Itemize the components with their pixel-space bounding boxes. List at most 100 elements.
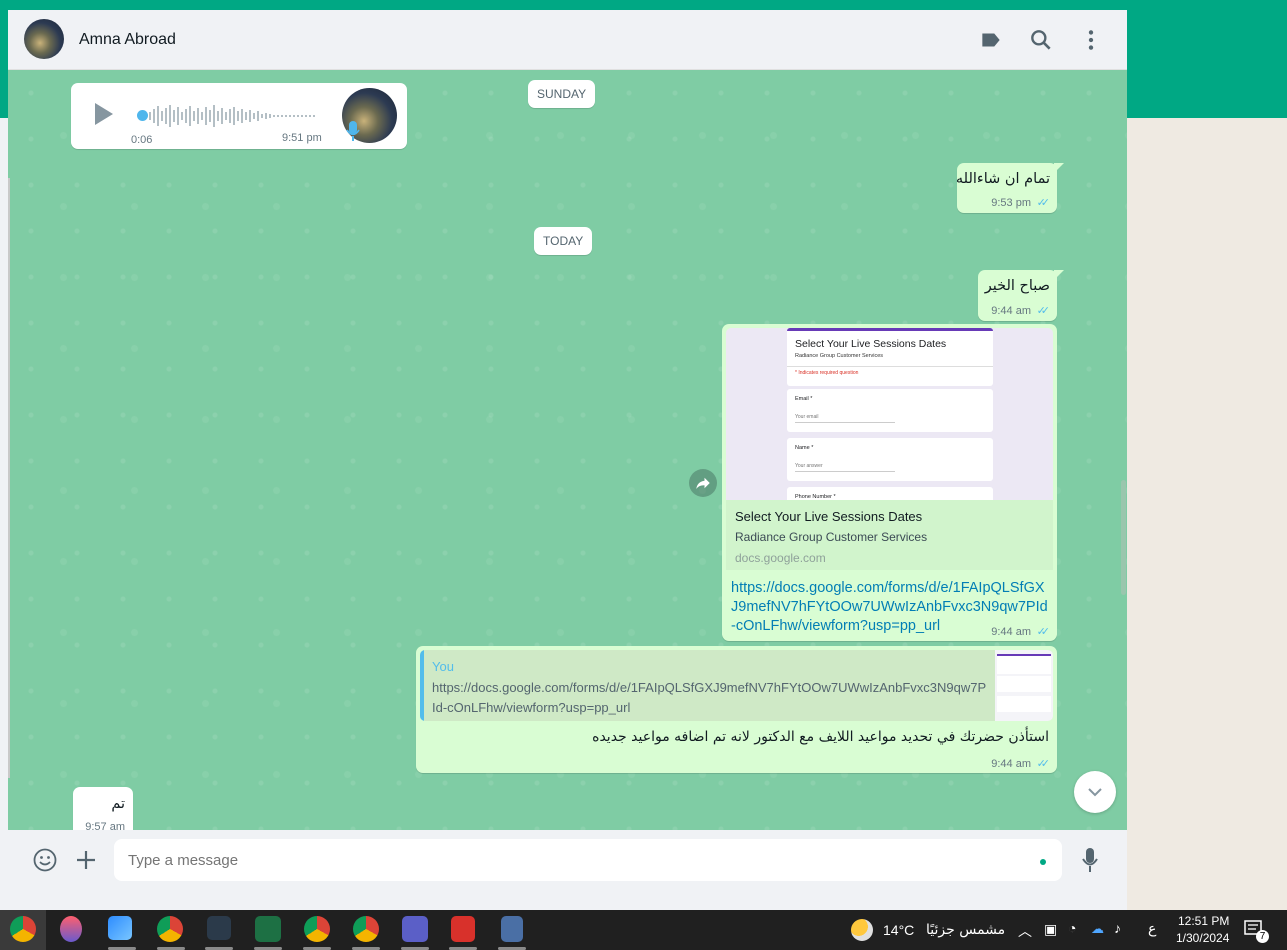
voice-duration: 0:06 <box>131 134 153 146</box>
scroll-down-button[interactable] <box>1074 771 1116 813</box>
read-ticks-icon: ✓✓ <box>1036 758 1051 770</box>
quote-author: You <box>432 659 454 674</box>
menu-icon[interactable] <box>1078 27 1104 53</box>
quote-accent-bar <box>420 650 424 721</box>
weather-temperature[interactable]: 14°C <box>883 922 914 938</box>
voice-waveform[interactable] <box>149 103 315 129</box>
outgoing-reply-message[interactable]: You https://docs.google.com/forms/d/e/1F… <box>416 646 1057 773</box>
calculator-icon[interactable] <box>501 916 523 942</box>
read-ticks-icon: ✓✓ <box>1036 197 1051 209</box>
message-text: تمام ان شاءالله <box>955 171 1050 187</box>
photos-app-icon[interactable] <box>108 916 132 940</box>
status-dot <box>1040 859 1046 865</box>
date-divider-sunday: SUNDAY <box>528 80 596 108</box>
play-icon[interactable] <box>91 101 115 127</box>
thumb-card <box>997 676 1051 692</box>
form-name-label: Name * <box>795 445 814 451</box>
onedrive-icon[interactable]: ☁ <box>1091 921 1104 937</box>
chrome-alt-profile-icon[interactable] <box>353 916 379 942</box>
teams-icon[interactable] <box>402 916 428 942</box>
weather-icon[interactable] <box>851 919 873 941</box>
message-text: صباح الخير <box>984 278 1050 294</box>
search-icon[interactable] <box>1028 27 1054 53</box>
form-name-card: Name * Your answer <box>787 438 993 481</box>
link-preview-card[interactable]: Select Your Live Sessions Dates Radiance… <box>726 500 1053 570</box>
message-text: تم <box>111 796 125 812</box>
bubble-tail <box>1054 163 1064 173</box>
acrobat-icon[interactable] <box>451 916 475 942</box>
left-scrollbar[interactable] <box>8 178 10 778</box>
message-time: 9:44 am <box>991 758 1031 770</box>
form-email-underline <box>795 422 895 423</box>
label-icon[interactable] <box>978 27 1004 53</box>
meet-now-icon[interactable]: ▣ <box>1044 921 1057 938</box>
microphone-icon[interactable] <box>1080 846 1100 874</box>
incoming-message[interactable]: تم 9:57 am <box>73 787 133 830</box>
message-time: 9:57 am <box>85 821 125 830</box>
input-language[interactable]: ع <box>1148 921 1156 937</box>
form-email-label: Email * <box>795 396 813 402</box>
notification-badge: 7 <box>1256 930 1269 943</box>
clock-date[interactable]: 1/30/2024 <box>1176 931 1229 945</box>
wifi-icon[interactable]: ◔ <box>1068 920 1076 936</box>
forward-button[interactable] <box>689 469 717 497</box>
message-time: 9:44 am <box>991 305 1031 317</box>
outgoing-message[interactable]: صباح الخير 9:44 am ✓✓ <box>978 270 1057 321</box>
form-header-card: Select Your Live Sessions Dates Radiance… <box>787 328 993 386</box>
chat-header[interactable]: Amna Abroad <box>8 10 1127 70</box>
forward-icon <box>696 477 710 489</box>
voice-message: 0:06 9:51 pm <box>71 83 407 149</box>
quote-text: https://docs.google.com/forms/d/e/1FAIpQ… <box>432 680 987 715</box>
quote-thumbnail <box>995 650 1053 721</box>
drop-app-icon[interactable] <box>60 916 82 942</box>
attach-plus-icon[interactable] <box>74 848 98 872</box>
weather-description[interactable]: مشمس جزئيًا <box>926 922 1005 938</box>
link-preview-image[interactable]: Select Your Live Sessions Dates Radiance… <box>726 328 1053 500</box>
message-time: 9:53 pm <box>991 197 1031 209</box>
voice-time: 9:51 pm <box>282 132 322 144</box>
form-subtitle: Radiance Group Customer Services <box>795 353 884 359</box>
excel-icon[interactable] <box>255 916 281 942</box>
link-preview-description: Radiance Group Customer Services <box>735 530 928 544</box>
windows-taskbar: 14°C مشمس جزئيًا ︿ ▣ ◔ ☁ ♪ ع 12:51 PM 1/… <box>0 910 1287 950</box>
clock-time[interactable]: 12:51 PM <box>1178 914 1229 928</box>
volume-icon[interactable]: ♪ <box>1114 920 1121 936</box>
form-email-placeholder: Your email <box>795 414 819 420</box>
date-divider-today: TODAY <box>534 227 593 255</box>
form-name-underline <box>795 471 895 472</box>
thumb-card <box>997 654 1051 674</box>
read-ticks-icon: ✓✓ <box>1036 305 1051 317</box>
outgoing-message[interactable]: تمام ان شاءالله 9:53 pm ✓✓ <box>955 163 1057 213</box>
contact-avatar[interactable] <box>24 19 64 59</box>
microphone-icon <box>346 121 360 141</box>
form-required-note: * Indicates required question <box>795 370 859 376</box>
background-panel <box>1127 118 1287 910</box>
form-title: Select Your Live Sessions Dates <box>795 338 947 350</box>
voice-progress-dot[interactable] <box>137 110 148 121</box>
bubble-tail <box>1054 270 1064 280</box>
chat-scrollbar[interactable] <box>1121 480 1126 595</box>
form-divider <box>787 366 993 367</box>
message-time: 9:44 am <box>991 626 1031 638</box>
form-name-placeholder: Your answer <box>795 463 823 469</box>
chevron-down-icon <box>1088 788 1102 797</box>
message-text: استأذن حضرتك في تحديد مواعيد اللايف مع ا… <box>592 729 1049 745</box>
contact-name[interactable]: Amna Abroad <box>79 31 176 49</box>
form-phone-card: Phone Number * <box>787 487 993 500</box>
filmora-app-icon[interactable] <box>207 916 231 940</box>
form-email-card: Email * Your email <box>787 389 993 432</box>
emoji-icon[interactable] <box>32 847 58 873</box>
chat-window: Amna Abroad 0:06 9:51 pm SUNDAY تمام ان <box>8 10 1127 890</box>
chat-messages[interactable]: 0:06 9:51 pm SUNDAY تمام ان شاءالله 9:53… <box>8 70 1127 830</box>
link-preview-title: Select Your Live Sessions Dates <box>735 509 923 524</box>
message-composer <box>8 830 1127 890</box>
outgoing-link-message[interactable]: Select Your Live Sessions Dates Radiance… <box>722 324 1057 641</box>
chrome-icon[interactable] <box>304 916 330 942</box>
thumb-card <box>997 696 1051 712</box>
quoted-message[interactable]: You https://docs.google.com/forms/d/e/1F… <box>420 650 1053 721</box>
chrome-work-icon[interactable] <box>157 916 183 942</box>
chrome-profile-icon[interactable] <box>10 916 36 942</box>
link-preview-domain: docs.google.com <box>735 551 826 565</box>
show-hidden-icons-icon[interactable]: ︿ <box>1018 921 1032 941</box>
message-input[interactable] <box>114 839 1062 881</box>
